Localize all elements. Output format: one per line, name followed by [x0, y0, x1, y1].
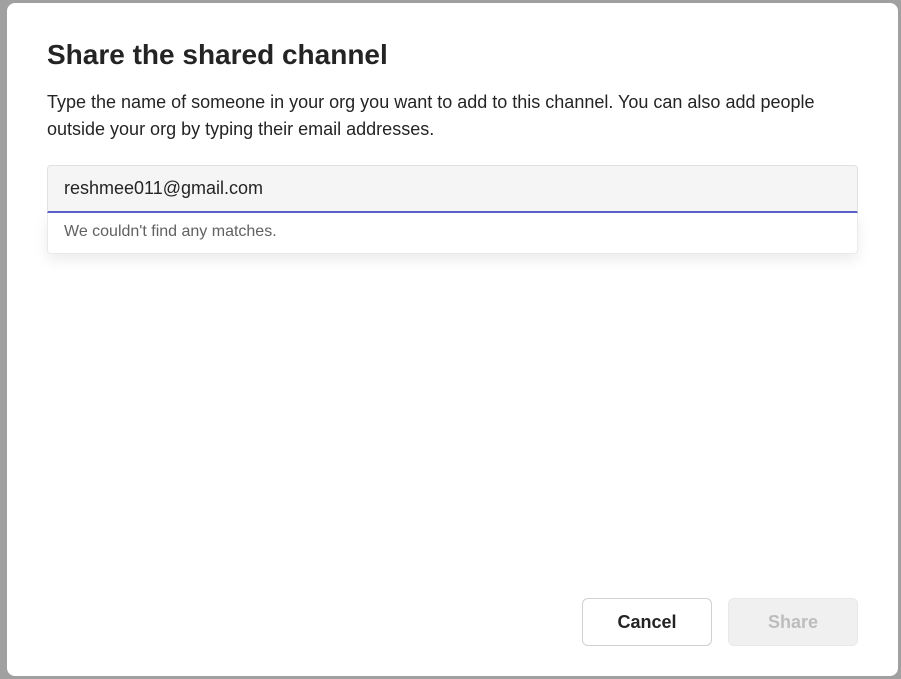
dialog-description: Type the name of someone in your org you…: [47, 89, 858, 143]
people-search-input[interactable]: [47, 165, 858, 213]
share-button: Share: [728, 598, 858, 646]
dialog-title: Share the shared channel: [47, 39, 858, 71]
spacer: [47, 254, 858, 574]
share-channel-dialog: Share the shared channel Type the name o…: [7, 3, 898, 676]
dialog-button-row: Cancel Share: [47, 574, 858, 646]
cancel-button[interactable]: Cancel: [582, 598, 712, 646]
search-results-dropdown: We couldn't find any matches.: [47, 213, 858, 254]
people-search-wrapper: We couldn't find any matches.: [47, 165, 858, 254]
no-matches-message: We couldn't find any matches.: [48, 213, 857, 253]
